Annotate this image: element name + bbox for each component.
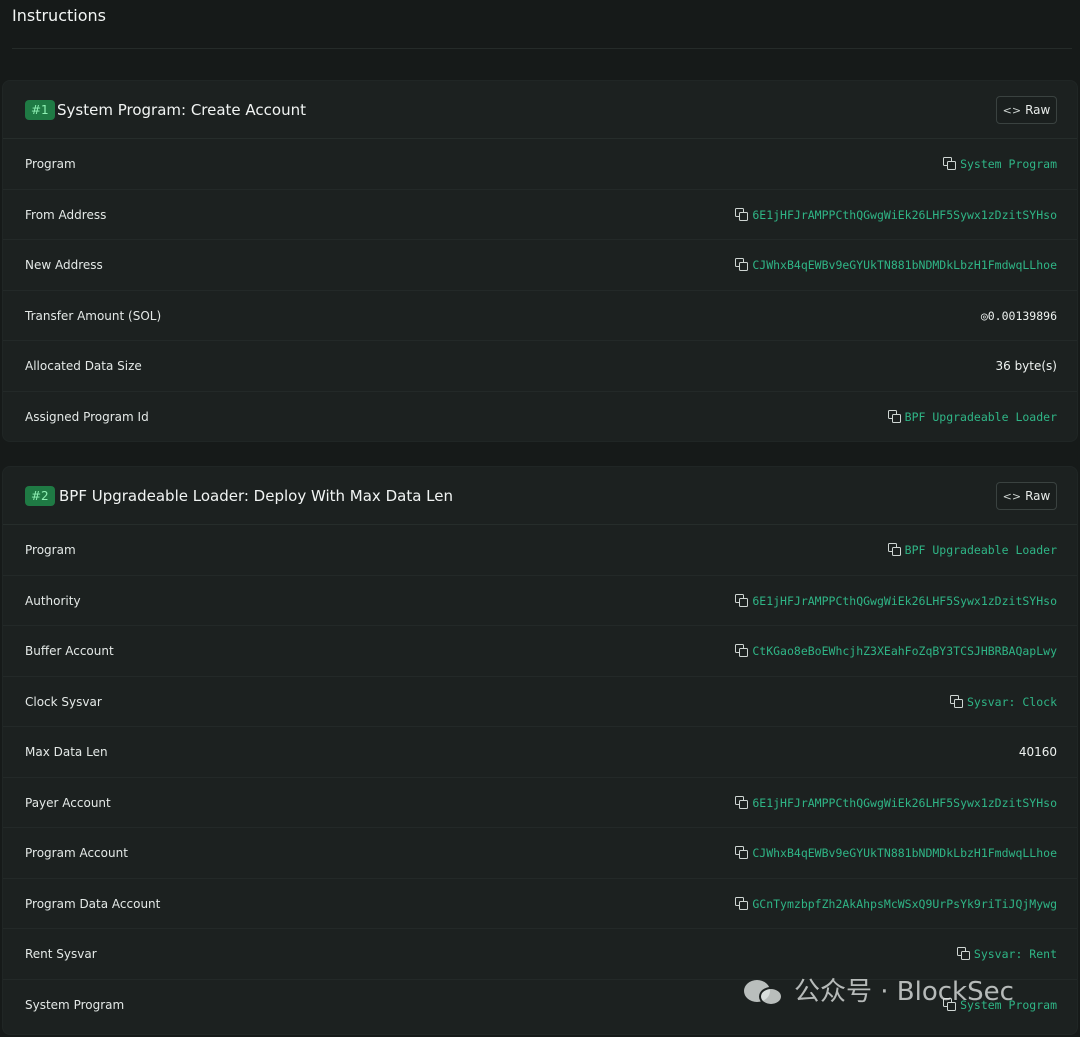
table-row: Max Data Len 40160 [3, 727, 1077, 778]
row-label: Clock Sysvar [25, 694, 102, 709]
copy-icon[interactable] [887, 409, 901, 423]
copy-icon[interactable] [735, 846, 749, 859]
copy-icon[interactable] [735, 644, 749, 657]
row-value[interactable]: System Program [960, 157, 1057, 171]
row-value[interactable]: Sysvar: Rent [974, 947, 1057, 961]
row-value[interactable]: CJWhxB4qEWBv9eGYUkTN881bNDMDkLbzH1FmdwqL… [752, 846, 1057, 860]
row-value[interactable]: 6E1jHFJrAMPPCthQGwgWiEk26LHF5Sywx1zDzitS… [752, 594, 1057, 608]
address-link[interactable]: CJWhxB4qEWBv9eGYUkTN881bNDMDkLbzH1FmdwqL… [735, 828, 1057, 878]
card-header: #2 BPF Upgradeable Loader: Deploy With M… [3, 467, 1077, 525]
instruction-card-1: #1 System Program: Create Account <> Raw … [2, 80, 1078, 442]
section-title: Instructions [12, 6, 106, 25]
sysvar-link[interactable]: Sysvar: Clock [949, 677, 1057, 727]
program-link[interactable]: BPF Upgradeable Loader [887, 392, 1057, 442]
row-label: From Address [25, 207, 107, 222]
row-label: Allocated Data Size [25, 359, 142, 373]
address-link[interactable]: 6E1jHFJrAMPPCthQGwgWiEk26LHF5Sywx1zDzitS… [735, 576, 1057, 626]
table-row: From Address 6E1jHFJrAMPPCthQGwgWiEk26LH… [3, 190, 1077, 240]
table-row: Program Data Account GCnTymzbpfZh2AkAhps… [3, 879, 1077, 929]
row-label: Transfer Amount (SOL) [25, 308, 162, 323]
table-row: Allocated Data Size 36 byte(s) [3, 341, 1077, 392]
row-value[interactable]: Sysvar: Clock [967, 695, 1057, 709]
address-link[interactable]: 6E1jHFJrAMPPCthQGwgWiEk26LHF5Sywx1zDzitS… [735, 190, 1057, 240]
instruction-title: System Program: Create Account [57, 101, 306, 119]
table-row: Program System Program [3, 139, 1077, 190]
row-label: Authority [25, 593, 81, 608]
row-value[interactable]: CtKGao8eBoEWhcjhZ3XEahFoZqBY3TCSJHBRBAQa… [752, 644, 1057, 658]
copy-icon[interactable] [735, 207, 749, 221]
row-value[interactable]: CJWhxB4qEWBv9eGYUkTN881bNDMDkLbzH1FmdwqL… [752, 258, 1057, 272]
table-row: Payer Account 6E1jHFJrAMPPCthQGwgWiEk26L… [3, 778, 1077, 828]
code-icon: <> [1002, 104, 1022, 117]
instruction-index-badge: #2 [25, 486, 55, 506]
card-header: #1 System Program: Create Account <> Raw [3, 81, 1077, 139]
row-value[interactable]: BPF Upgradeable Loader [905, 410, 1057, 424]
copy-icon[interactable] [735, 258, 749, 271]
table-row: Program Account CJWhxB4qEWBv9eGYUkTN881b… [3, 828, 1077, 879]
row-value[interactable]: 6E1jHFJrAMPPCthQGwgWiEk26LHF5Sywx1zDzitS… [752, 208, 1057, 222]
copy-icon[interactable] [735, 896, 749, 910]
instructions-page: Instructions #1 System Program: Create A… [0, 0, 1080, 1037]
row-value[interactable]: BPF Upgradeable Loader [905, 543, 1057, 557]
table-row: Authority 6E1jHFJrAMPPCthQGwgWiEk26LHF5S… [3, 576, 1077, 626]
table-row: Buffer Account CtKGao8eBoEWhcjhZ3XEahFoZ… [3, 626, 1077, 677]
transfer-amount-value: ◎0.00139896 [980, 308, 1057, 323]
instruction-title: BPF Upgradeable Loader: Deploy With Max … [59, 487, 453, 505]
table-row: Transfer Amount (SOL) ◎0.00139896 [3, 291, 1077, 341]
row-value[interactable]: 6E1jHFJrAMPPCthQGwgWiEk26LHF5Sywx1zDzitS… [752, 796, 1057, 810]
instruction-rows: Program System Program From Address 6E1j… [3, 139, 1077, 442]
row-label: System Program [25, 997, 125, 1012]
program-link[interactable]: BPF Upgradeable Loader [887, 525, 1057, 575]
row-label: Buffer Account [25, 644, 114, 658]
raw-button[interactable]: <> Raw [996, 482, 1057, 510]
instruction-rows: Program BPF Upgradeable Loader Authority… [3, 525, 1077, 1030]
raw-button[interactable]: <> Raw [996, 96, 1057, 124]
code-icon: <> [1002, 490, 1022, 503]
copy-icon[interactable] [887, 543, 901, 556]
table-row: Program BPF Upgradeable Loader [3, 525, 1077, 576]
row-label: Program [25, 157, 76, 171]
row-label: Program Account [25, 846, 128, 860]
instruction-card-2: #2 BPF Upgradeable Loader: Deploy With M… [2, 466, 1078, 1035]
row-value[interactable]: GCnTymzbpfZh2AkAhpsMcWSxQ9UrPsYk9riTiJQj… [752, 897, 1057, 911]
row-label: Program Data Account [25, 896, 161, 911]
row-label: Payer Account [25, 795, 111, 810]
max-data-len-value: 40160 [1018, 745, 1057, 759]
row-label: Program [25, 543, 76, 557]
wechat-icon [742, 974, 786, 1008]
raw-button-label: Raw [1025, 489, 1051, 503]
copy-icon[interactable] [943, 157, 957, 170]
row-label: Rent Sysvar [25, 947, 97, 961]
address-link[interactable]: GCnTymzbpfZh2AkAhpsMcWSxQ9UrPsYk9riTiJQj… [735, 879, 1057, 929]
table-row: Assigned Program Id BPF Upgradeable Load… [3, 392, 1077, 443]
address-link[interactable]: CtKGao8eBoEWhcjhZ3XEahFoZqBY3TCSJHBRBAQa… [735, 626, 1057, 676]
watermark-text: 公众号 · BlockSec [794, 977, 1014, 1007]
program-link[interactable]: System Program [943, 139, 1057, 189]
table-row: Clock Sysvar Sysvar: Clock [3, 677, 1077, 727]
copy-icon[interactable] [735, 795, 749, 809]
copy-icon[interactable] [735, 593, 749, 607]
copy-icon[interactable] [956, 947, 970, 960]
row-label: Assigned Program Id [25, 409, 149, 424]
row-label: Max Data Len [25, 745, 108, 759]
address-link[interactable]: CJWhxB4qEWBv9eGYUkTN881bNDMDkLbzH1FmdwqL… [735, 240, 1057, 290]
wechat-watermark: 公众号 · BlockSec [742, 972, 1014, 1012]
section-header: Instructions [12, 0, 1072, 49]
row-label: New Address [25, 258, 103, 272]
address-link[interactable]: 6E1jHFJrAMPPCthQGwgWiEk26LHF5Sywx1zDzitS… [735, 778, 1057, 828]
copy-icon[interactable] [949, 694, 963, 708]
table-row: New Address CJWhxB4qEWBv9eGYUkTN881bNDMD… [3, 240, 1077, 291]
data-size-value: 36 byte(s) [995, 359, 1057, 373]
instruction-index-badge: #1 [25, 100, 55, 120]
raw-button-label: Raw [1025, 103, 1051, 117]
